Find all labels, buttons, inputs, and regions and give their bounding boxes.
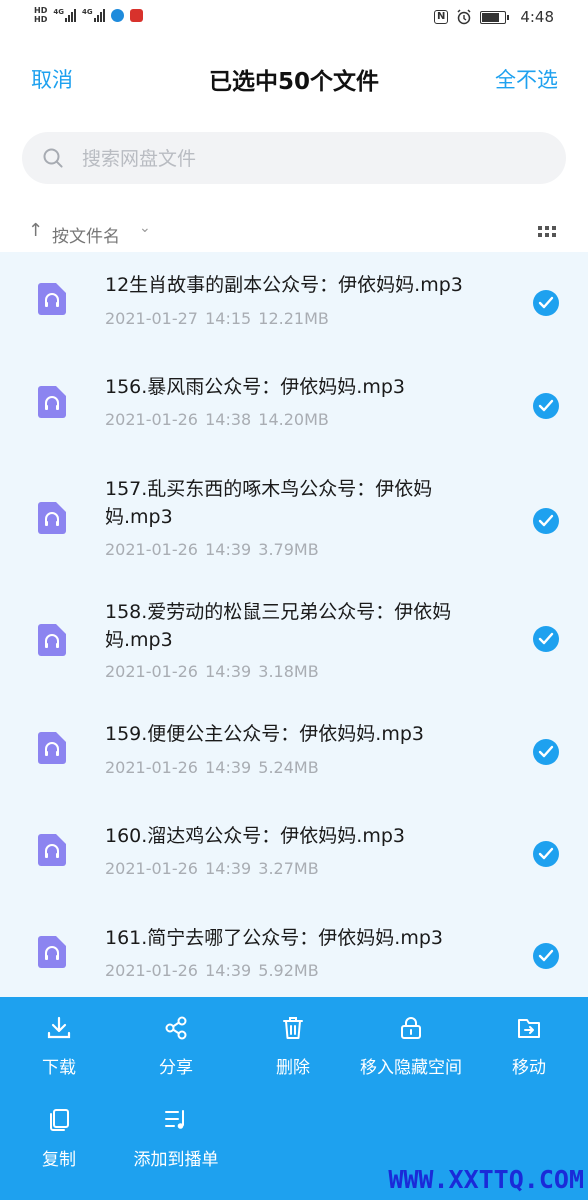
file-meta: 2021-01-26 14:39 5.24MB: [105, 758, 319, 777]
search-icon: [43, 148, 63, 168]
selected-check-icon[interactable]: [533, 290, 559, 316]
file-item[interactable]: 159.便便公主公众号：伊依妈妈.mp3 2021-01-26 14:39 5.…: [0, 696, 588, 798]
hd-indicators: HD HD: [34, 6, 48, 24]
file-item[interactable]: 156.暴风雨公众号：伊依妈妈.mp3 2021-01-26 14:38 14.…: [0, 354, 588, 456]
move-folder-icon: [518, 1019, 540, 1038]
file-name: 157.乱买东西的啄木鸟公众号：伊依妈妈.mp3: [105, 478, 433, 528]
selected-check-icon[interactable]: [533, 508, 559, 534]
signal-icon-2: 4G: [82, 8, 105, 22]
app-notification-icon: [110, 8, 124, 22]
playlist-icon: [165, 1110, 184, 1129]
selected-check-icon[interactable]: [533, 393, 559, 419]
sort-arrow-icon[interactable]: ↑: [28, 220, 43, 241]
file-name: 159.便便公主公众号：伊依妈妈.mp3: [105, 723, 425, 745]
file-item[interactable]: 12生肖故事的副本公众号：伊依妈妈.mp3 2021-01-27 14:15 1…: [0, 252, 588, 354]
move-to-hidden-space-button[interactable]: 移入隐藏空间: [352, 1015, 470, 1078]
copy-button[interactable]: 复制: [0, 1107, 118, 1170]
file-item[interactable]: 160.溜达鸡公众号：伊依妈妈.mp3 2021-01-26 14:39 3.2…: [0, 798, 588, 900]
audio-file-icon: [38, 624, 66, 656]
file-item[interactable]: 157.乱买东西的啄木鸟公众号：伊依妈妈.mp3 2021-01-26 14:3…: [0, 456, 588, 578]
sort-by-name-button[interactable]: 按文件名: [52, 222, 120, 247]
file-item[interactable]: 158.爱劳动的松鼠三兄弟公众号：伊依妈妈.mp3 2021-01-26 14:…: [0, 578, 588, 696]
nfc-icon: N: [433, 10, 449, 24]
deselect-all-button[interactable]: 全不选: [495, 64, 558, 94]
share-icon: [165, 1016, 187, 1040]
copy-label: 复制: [42, 1150, 76, 1170]
selection-header: 取消 已选中50个文件 全不选: [0, 52, 588, 102]
file-meta: 2021-01-26 14:39 3.18MB: [105, 662, 319, 681]
delete-button[interactable]: 删除: [234, 1015, 352, 1078]
selected-check-icon[interactable]: [533, 626, 559, 652]
delete-label: 删除: [276, 1058, 310, 1078]
share-button[interactable]: 分享: [117, 1015, 235, 1078]
move-button[interactable]: 移动: [470, 1015, 588, 1078]
search-input[interactable]: [80, 144, 524, 174]
status-bar: HD HD 4G 4G N 4:48: [0, 0, 588, 36]
file-meta: 2021-01-26 14:39 5.92MB: [105, 961, 319, 980]
file-name: 12生肖故事的副本公众号：伊依妈妈.mp3: [105, 274, 463, 296]
file-meta: 2021-01-27 14:15 12.21MB: [105, 309, 329, 328]
signal-icon-1: 4G: [53, 8, 76, 22]
file-name: 156.暴风雨公众号：伊依妈妈.mp3: [105, 376, 406, 398]
audio-file-icon: [38, 502, 66, 534]
file-name: 161.简宁去哪了公众号：伊依妈妈.mp3: [105, 927, 444, 949]
selected-check-icon[interactable]: [533, 841, 559, 867]
trash-icon: [283, 1017, 303, 1039]
audio-file-icon: [38, 834, 66, 866]
add-to-playlist-button[interactable]: 添加到播单: [117, 1107, 235, 1170]
battery-icon: [480, 10, 510, 24]
file-meta: 2021-01-26 14:39 3.27MB: [105, 859, 319, 878]
clock: 4:48: [520, 8, 554, 26]
audio-file-icon: [38, 732, 66, 764]
download-icon: [47, 1016, 71, 1039]
grid-view-icon[interactable]: [538, 226, 556, 238]
copy-icon: [50, 1109, 69, 1131]
download-button[interactable]: 下载: [0, 1015, 118, 1078]
file-name: 160.溜达鸡公众号：伊依妈妈.mp3: [105, 825, 406, 847]
audio-file-icon: [38, 283, 66, 315]
file-meta: 2021-01-26 14:39 3.79MB: [105, 540, 319, 559]
selected-check-icon[interactable]: [533, 943, 559, 969]
lock-icon: [401, 1017, 421, 1039]
file-item[interactable]: 161.简宁去哪了公众号：伊依妈妈.mp3 2021-01-26 14:39 5…: [0, 900, 588, 997]
move-to-hidden-space-label: 移入隐藏空间: [360, 1058, 462, 1078]
add-to-playlist-label: 添加到播单: [133, 1150, 219, 1170]
action-bar: 下载 分享 删除 移入隐藏空间 移动 复制 添加到播单 WWW.XXTTQ.CO…: [0, 997, 588, 1200]
selected-check-icon[interactable]: [533, 739, 559, 765]
audio-file-icon: [38, 936, 66, 968]
sort-row: ↑ 按文件名 ⌄: [0, 218, 588, 248]
chevron-down-icon[interactable]: ⌄: [139, 220, 151, 236]
download-label: 下载: [42, 1058, 76, 1078]
file-name: 158.爱劳动的松鼠三兄弟公众号：伊依妈妈.mp3: [105, 601, 452, 651]
move-label: 移动: [512, 1058, 546, 1078]
alarm-icon: [457, 9, 471, 25]
file-list[interactable]: 12生肖故事的副本公众号：伊依妈妈.mp3 2021-01-27 14:15 1…: [0, 252, 588, 997]
audio-file-icon: [38, 386, 66, 418]
app-notification-icon-2: [129, 8, 143, 22]
watermark: WWW.XXTTQ.COM: [388, 1165, 584, 1194]
search-bar[interactable]: [22, 132, 566, 184]
share-label: 分享: [159, 1058, 193, 1078]
file-meta: 2021-01-26 14:38 14.20MB: [105, 410, 329, 429]
